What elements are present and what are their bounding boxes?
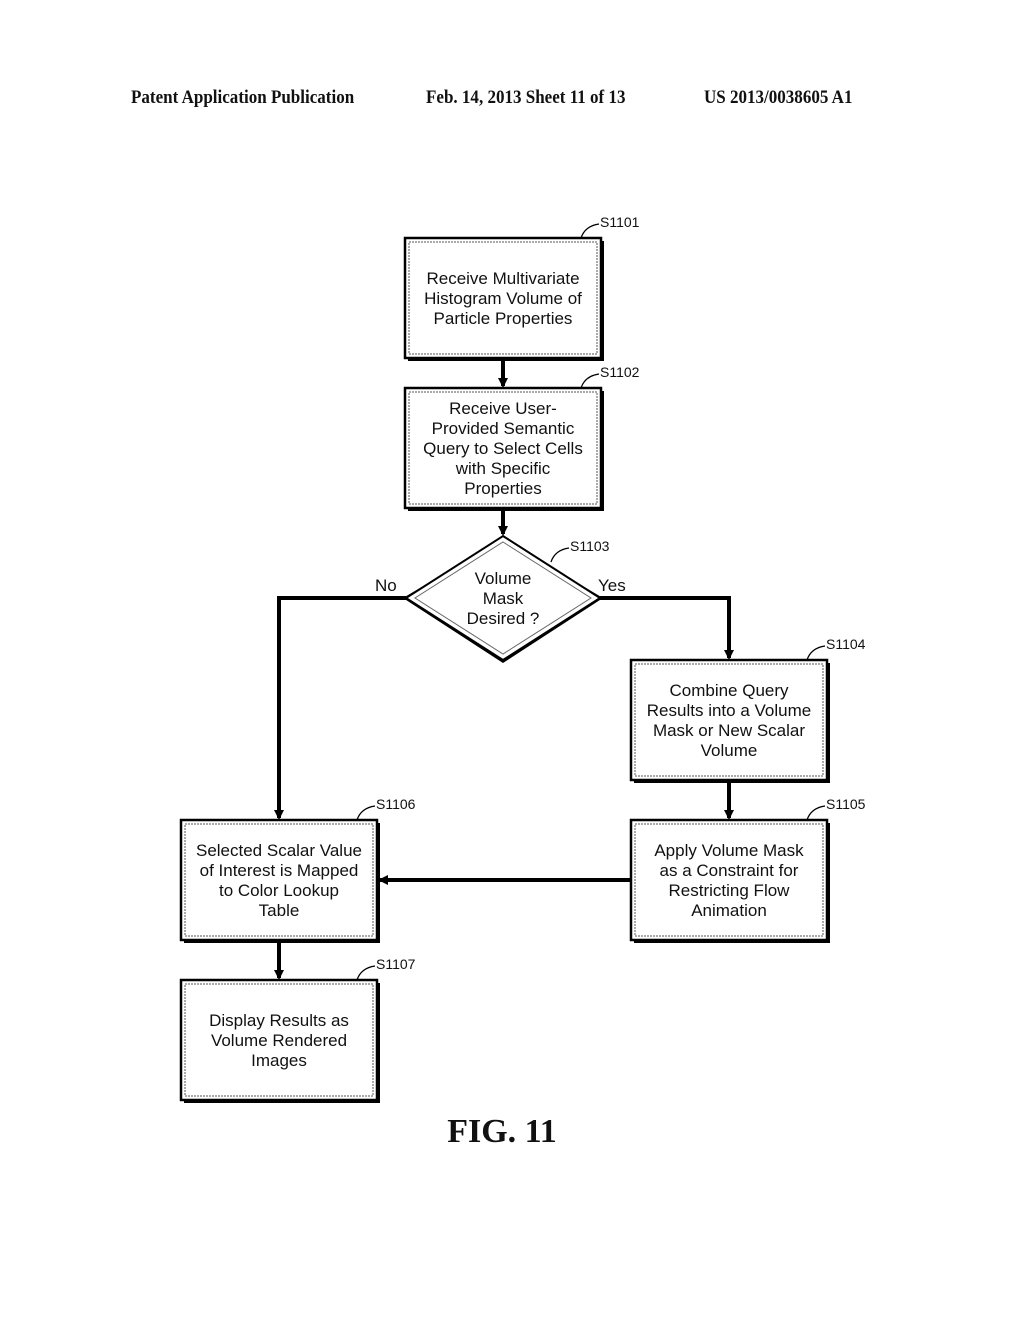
box-outline (179, 818, 379, 942)
step-id: S1104 (826, 636, 866, 652)
step-text-line: Receive Multivariate (426, 269, 579, 288)
step-text-line: Images (251, 1051, 307, 1070)
step-text-line: Volume (475, 569, 532, 588)
step-leader-line (550, 547, 570, 563)
step-id: S1101 (600, 214, 640, 230)
step-s1105: Apply Volume Maskas a Constraint forRest… (629, 796, 866, 943)
branch-label-yes: Yes (598, 576, 626, 595)
step-s1103: VolumeMaskDesired ? S1103 (403, 534, 610, 663)
step-text-line: to Color Lookup (219, 881, 339, 900)
step-text-line: Combine Query (669, 681, 789, 700)
step-text-line: as a Constraint for (660, 861, 799, 880)
step-s1101: Receive MultivariateHistogram Volume ofP… (403, 214, 640, 361)
step-id: S1105 (826, 796, 866, 812)
step-text-line: Query to Select Cells (423, 439, 583, 458)
step-text-line: Provided Semantic (432, 419, 575, 438)
nodes-layer: Receive MultivariateHistogram Volume ofP… (179, 214, 866, 1103)
step-text-line: Mask (483, 589, 524, 608)
step-text-line: of Interest is Mapped (200, 861, 359, 880)
step-id: S1103 (570, 538, 610, 554)
step-text-line: with Specific (455, 459, 551, 478)
step-text-line: Animation (691, 901, 767, 920)
step-text-line: Receive User- (449, 399, 557, 418)
step-id: S1107 (376, 956, 416, 972)
step-id: S1102 (600, 364, 640, 380)
step-leader-line (806, 805, 826, 821)
step-text-line: Selected Scalar Value (196, 841, 362, 860)
step-text-line: Volume Rendered (211, 1031, 347, 1050)
step-s1106: Selected Scalar Valueof Interest is Mapp… (179, 796, 416, 943)
step-text-line: Volume (701, 741, 758, 760)
step-leader-line (806, 645, 826, 661)
step-id: S1106 (376, 796, 416, 812)
edge-s1103-s1104-yes (600, 596, 734, 660)
step-leader-line (580, 373, 600, 389)
step-leader-line (580, 223, 600, 239)
figure-label: FIG. 11 (447, 1113, 557, 1150)
step-text-line: Table (259, 901, 300, 920)
box-outline (629, 658, 829, 782)
step-text-line: Results into a Volume (647, 701, 811, 720)
step-text-line: Desired ? (467, 609, 540, 628)
branch-label-no: No (375, 576, 397, 595)
step-text-line: Properties (464, 479, 541, 498)
flowchart: Receive MultivariateHistogram Volume ofP… (179, 214, 866, 1150)
step-leader-line (356, 965, 376, 981)
step-text-line: Histogram Volume of (424, 289, 582, 308)
step-leader-line (356, 805, 376, 821)
step-text-line: Apply Volume Mask (654, 841, 804, 860)
step-text-line: Display Results as (209, 1011, 349, 1030)
step-s1102: Receive User-Provided SemanticQuery to S… (403, 364, 640, 511)
box-outline (629, 818, 829, 942)
step-s1107: Display Results asVolume RenderedImages S… (179, 956, 416, 1103)
step-text-line: Mask or New Scalar (653, 721, 805, 740)
step-text-line: Particle Properties (434, 309, 573, 328)
edge-s1103-s1106-no (274, 596, 406, 820)
step-text-line: Restricting Flow (669, 881, 791, 900)
step-s1104: Combine QueryResults into a VolumeMask o… (629, 636, 866, 783)
